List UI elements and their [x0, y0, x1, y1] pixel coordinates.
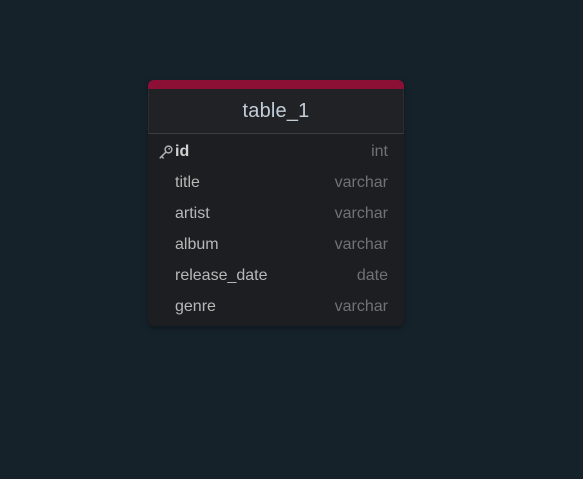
- column-name: album: [175, 235, 219, 253]
- key-icon: [148, 136, 175, 167]
- column-type: varchar: [334, 173, 388, 191]
- column-type: int: [371, 142, 388, 160]
- column-row-release-date[interactable]: release_date date: [148, 260, 404, 291]
- table-header[interactable]: table_1: [148, 89, 404, 134]
- column-name: release_date: [175, 266, 268, 284]
- column-row-title[interactable]: title varchar: [148, 167, 404, 198]
- column-list: id int title varchar artist varchar albu…: [148, 134, 404, 326]
- column-row-genre[interactable]: genre varchar: [148, 291, 404, 322]
- table-color-bar: [148, 80, 404, 89]
- column-name: id: [175, 142, 190, 160]
- column-type: varchar: [334, 235, 388, 253]
- column-type: date: [356, 266, 388, 284]
- column-name: genre: [175, 297, 216, 315]
- column-name: title: [175, 173, 200, 191]
- column-type: varchar: [334, 297, 388, 315]
- column-row-id[interactable]: id int: [148, 136, 404, 167]
- column-name: artist: [175, 204, 210, 222]
- column-type: varchar: [334, 204, 388, 222]
- table-title: table_1: [242, 99, 310, 122]
- column-row-artist[interactable]: artist varchar: [148, 198, 404, 229]
- diagram-canvas[interactable]: table_1 id int title varchar artist varc…: [0, 0, 583, 479]
- table-node[interactable]: table_1 id int title varchar artist varc…: [148, 80, 404, 326]
- column-row-album[interactable]: album varchar: [148, 229, 404, 260]
